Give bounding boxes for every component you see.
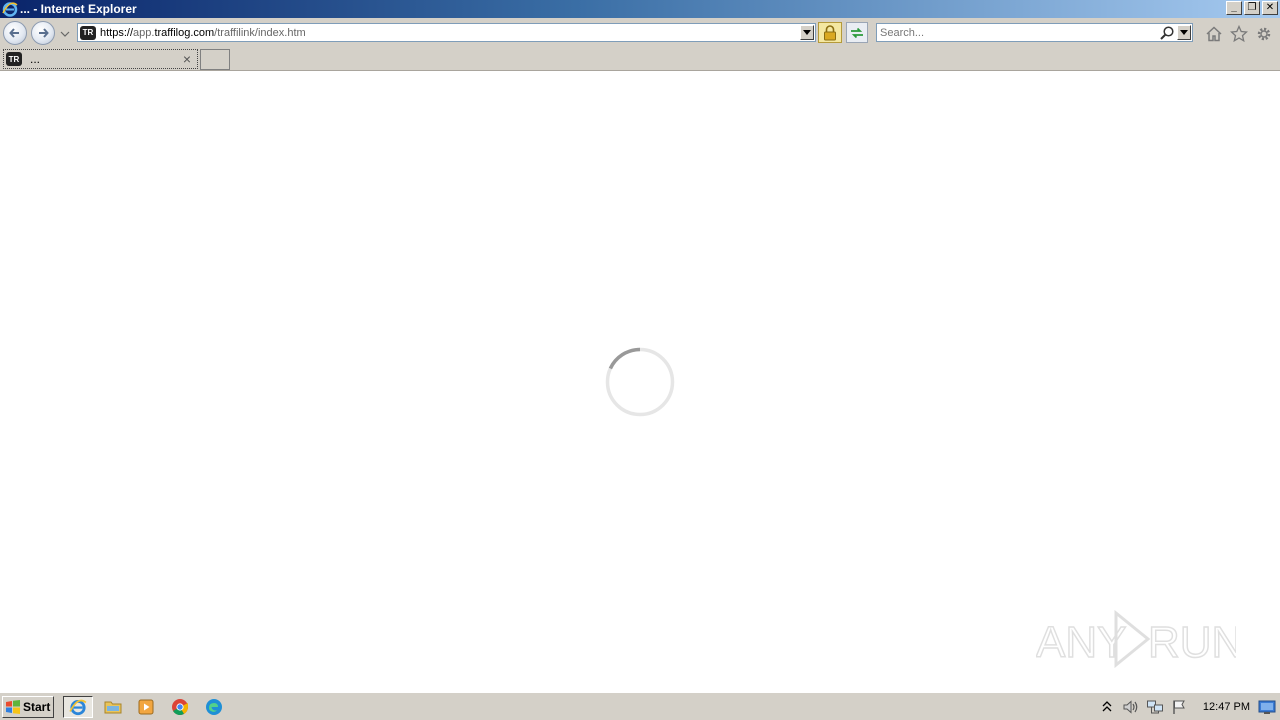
forward-icon [39,28,49,38]
site-favicon: TR [80,25,96,40]
media-player-icon [138,699,154,715]
close-icon: ✕ [1265,2,1275,13]
svg-text:RUN: RUN [1148,618,1236,667]
flag-icon [1173,700,1185,714]
recent-pages-chevron-down-icon[interactable] [60,29,70,39]
windows-logo-icon [6,700,20,714]
svg-text:ANY: ANY [1036,618,1126,667]
chrome-icon [172,699,188,715]
action-center-tray-button[interactable] [1170,698,1188,716]
tab-current[interactable]: TR ... × [3,49,198,69]
window-title: ... - Internet Explorer [20,2,137,16]
tab-bar: TR ... × [0,47,1280,71]
url-scheme: https:// [100,26,134,39]
loading-spinner-icon [605,347,675,417]
folder-icon [104,701,122,714]
tab-favicon: TR [6,52,22,66]
lock-icon [824,24,836,40]
minimize-icon: _ [1231,2,1237,13]
forward-button[interactable] [31,21,55,45]
show-desktop-icon[interactable] [1258,699,1276,715]
favorites-icon[interactable] [1230,25,1248,43]
url-host: traffilog.com [154,26,215,39]
home-icon[interactable] [1205,25,1223,43]
speaker-icon [1123,700,1138,714]
taskbar: Start 12:47 PM [0,692,1280,720]
tools-gear-icon[interactable] [1255,25,1273,43]
address-bar[interactable]: TR https://app.traffilog.com/traffilink/… [77,23,816,42]
title-bar[interactable]: ... - Internet Explorer _ ❐ ✕ [0,0,1280,18]
close-window-button[interactable]: ✕ [1262,1,1278,15]
url-host-prefix: app. [133,26,155,39]
new-tab-button[interactable] [200,49,230,70]
taskbar-chrome[interactable] [165,696,195,718]
refresh-button[interactable] [846,22,868,43]
search-input[interactable] [880,24,1150,41]
back-button[interactable] [3,21,27,45]
internet-explorer-icon [69,699,87,716]
chevron-up-icon [1102,701,1112,712]
search-icon[interactable] [1159,25,1175,41]
taskbar-internet-explorer[interactable] [63,696,93,718]
internet-explorer-icon [2,2,18,17]
start-button[interactable]: Start [2,696,54,718]
navigation-bar: TR https://app.traffilog.com/traffilink/… [0,18,1280,47]
chevron-down-icon [1180,29,1188,35]
start-label: Start [23,700,51,714]
taskbar-file-explorer[interactable] [98,696,128,718]
network-tray-button[interactable] [1146,698,1164,716]
volume-tray-button[interactable] [1122,698,1140,716]
edge-icon [206,699,222,715]
anyrun-watermark-logo: ANY RUN [1036,609,1236,669]
url-path: /traffilink/index.htm [214,26,306,39]
minimize-button[interactable]: _ [1226,1,1242,15]
show-hidden-icons-button[interactable] [1098,698,1116,716]
system-tray: 12:47 PM [1095,695,1280,719]
restore-button[interactable]: ❐ [1244,1,1260,15]
search-provider-dropdown-button[interactable] [1177,25,1191,40]
taskbar-edge[interactable] [199,696,229,718]
back-icon [9,28,19,38]
taskbar-media-player[interactable] [131,696,161,718]
taskbar-clock[interactable]: 12:47 PM [1203,701,1250,713]
network-icon [1146,700,1163,714]
chevron-down-icon [803,29,811,35]
tab-title: ... [30,52,41,66]
tab-close-icon[interactable]: × [180,52,194,66]
address-url[interactable]: https://app.traffilog.com/traffilink/ind… [100,27,306,39]
address-dropdown-button[interactable] [800,25,814,40]
restore-icon: ❐ [1247,2,1257,13]
search-box[interactable] [876,23,1193,42]
refresh-icon [851,27,863,38]
security-lock-button[interactable] [818,22,842,43]
page-content: ANY RUN [0,71,1280,692]
